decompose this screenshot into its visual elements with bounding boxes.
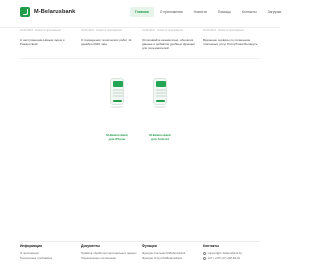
nav-item-news[interactable]: Новости — [189, 7, 212, 17]
app-screen-header — [155, 81, 166, 87]
footer-heading: Информация — [20, 244, 43, 248]
android-app-preview[interactable] — [153, 78, 167, 105]
app-screen-row — [112, 95, 123, 97]
site-header: M-Belarusbank Главная О приложении Новос… — [0, 0, 281, 28]
news-title-link[interactable]: О проведении технических работ 11 декабр… — [81, 38, 136, 46]
app-screen-row — [155, 92, 166, 94]
nav-item-downloads[interactable]: Загрузки — [263, 7, 287, 17]
app-screen-button — [156, 100, 165, 102]
footer-contact[interactable]: 147 / +375 (17) 218-84-31 — [203, 256, 242, 261]
footer-link[interactable]: Технические требования — [20, 256, 52, 261]
footer-heading: Документы — [81, 244, 101, 248]
footer-link[interactable]: Функции Услуги M-Belarusbank — [142, 256, 185, 261]
footer-phone: 147 / +375 (17) 218-84-31 — [207, 256, 241, 260]
footer-heading: Контакты — [203, 244, 219, 248]
belarusbank-logo-icon — [20, 7, 30, 17]
app-screen-button — [113, 100, 122, 102]
news-divider — [20, 58, 260, 59]
footer-col-contacts: Контакты support@m-belarusbank.by 147 / … — [203, 244, 242, 261]
mail-icon — [203, 251, 206, 255]
main-nav: Главная О приложении Новости Помощь Конт… — [130, 7, 287, 17]
phone-shadow — [153, 106, 167, 108]
footer-email: support@m-belarusbank.by — [207, 251, 242, 255]
news-date: 01.06.2021 · Новости приложения — [20, 29, 61, 32]
android-download-link[interactable]: M-Belarusbank для Android — [147, 133, 173, 142]
footer-col-docs: Документы Правила обработки персональных… — [81, 244, 137, 261]
phone-shadow — [110, 106, 124, 108]
news-date: 01.06.2021 · Новости приложения — [203, 29, 244, 32]
iphone-download-link[interactable]: M-Belarusbank для iPhone — [104, 133, 130, 142]
news-date: 01.06.2021 · Новости приложения — [142, 29, 183, 32]
phone-icon — [203, 256, 206, 260]
logo-text: M-Belarusbank — [34, 9, 76, 15]
footer-col-info: Информация О приложении Технические треб… — [20, 244, 52, 261]
nav-item-help[interactable]: Помощь — [213, 7, 236, 17]
news-date: 01.06.2021 · Новости приложения — [81, 29, 122, 32]
logo[interactable]: M-Belarusbank — [20, 7, 75, 17]
iphone-app-preview[interactable] — [110, 78, 124, 105]
app-screen-row — [155, 89, 166, 91]
nav-item-home[interactable]: Главная — [130, 7, 154, 17]
nav-item-contacts[interactable]: Контакты — [237, 7, 262, 17]
nav-item-about[interactable]: О приложении — [155, 7, 188, 17]
news-title-link[interactable]: Временно сервисы по погашению платежных … — [203, 38, 258, 46]
app-screen-row — [155, 95, 166, 97]
footer-col-functions: Функции Функции Системы M-Belarusbank Фу… — [142, 244, 185, 261]
app-screen-row — [112, 89, 123, 91]
news-title-link[interactable]: С наступающим Новым годом и Рождеством! — [20, 38, 75, 46]
footer-link[interactable]: Лицензионное соглашение — [81, 256, 137, 261]
app-screen-header — [112, 81, 123, 87]
app-screen-row — [112, 92, 123, 94]
news-title-link[interactable]: Оплачивайте ежемесячно, обновляя данные … — [142, 38, 197, 50]
footer-heading: Функции — [142, 244, 157, 248]
footer-divider — [20, 241, 260, 242]
